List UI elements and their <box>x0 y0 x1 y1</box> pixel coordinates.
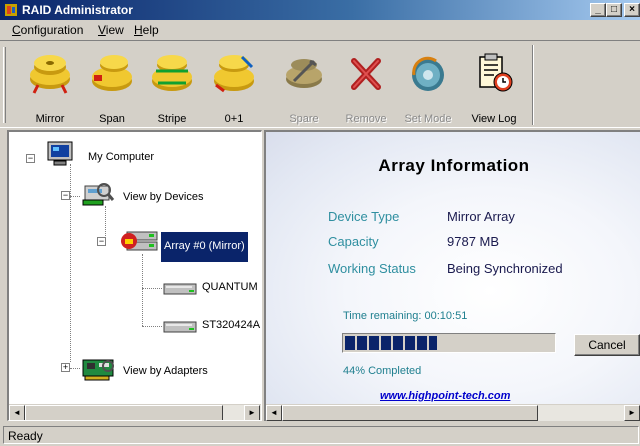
set-mode-label: Set Mode <box>404 113 452 125</box>
view-devices-icon <box>82 183 115 206</box>
stripe-button[interactable]: Stripe <box>142 47 202 125</box>
status-text: Ready <box>3 426 639 444</box>
menu-configuration[interactable]: Configuration <box>12 23 83 37</box>
disks-span-icon <box>92 55 132 91</box>
adapter-card-icon <box>82 359 114 381</box>
collapse-my-computer-toggle[interactable]: − <box>26 154 35 163</box>
percent-completed-text: 44% Completed <box>343 365 422 377</box>
set-mode-icon <box>412 56 444 91</box>
app-icon <box>5 4 17 16</box>
array-information-pane: Array Information Device Type Mirror Arr… <box>264 130 640 421</box>
stripe-label: Stripe <box>157 113 187 125</box>
view-log-button[interactable]: View Log <box>464 47 524 125</box>
tree-connector <box>142 326 162 327</box>
toolbar-grip[interactable] <box>3 47 6 123</box>
cancel-button[interactable]: Cancel <box>574 334 640 356</box>
hard-disk-icon <box>163 321 197 333</box>
view-log-label: View Log <box>471 113 517 125</box>
device-tree-pane[interactable]: − My Computer − View by Devices − Array … <box>7 130 262 421</box>
tree-connector <box>70 368 80 369</box>
tree-connector <box>70 196 80 197</box>
raid01-button[interactable]: 0+1 <box>204 47 264 125</box>
tree-connector <box>142 288 162 289</box>
sync-progress-bar <box>342 333 556 353</box>
mirror-label: Mirror <box>35 113 65 125</box>
tree-disk-quantum[interactable]: QUANTUM <box>200 280 260 294</box>
scroll-thumb[interactable] <box>25 405 223 420</box>
device-type-label: Device Type <box>328 209 400 224</box>
spare-disk-icon <box>286 59 322 88</box>
title-bar[interactable]: RAID Administrator _ □ × <box>0 0 640 20</box>
highpoint-website-link[interactable]: www.highpoint-tech.com <box>380 390 510 402</box>
device-type-value: Mirror Array <box>447 209 515 224</box>
tree-disk-st320424a[interactable]: ST320424A <box>200 318 261 332</box>
scroll-right-button[interactable]: ► <box>244 405 260 420</box>
maximize-button[interactable]: □ <box>606 3 622 17</box>
scroll-left-button[interactable]: ◄ <box>266 405 282 421</box>
toolbar: Mirror Span Stripe 0+1 Spare Remove Set … <box>0 40 640 128</box>
disks-mirror-icon <box>30 55 70 94</box>
hard-disk-icon <box>163 283 197 295</box>
close-button[interactable]: × <box>624 3 640 17</box>
spare-button[interactable]: Spare <box>274 47 334 125</box>
remove-label: Remove <box>345 113 387 125</box>
raid01-label: 0+1 <box>224 113 244 125</box>
tree-horizontal-scrollbar[interactable]: ◄ ► <box>9 404 261 420</box>
span-button[interactable]: Span <box>82 47 142 125</box>
progress-fill <box>345 336 437 350</box>
spare-label: Spare <box>289 113 319 125</box>
toolbar-separator <box>532 45 534 125</box>
array-information-heading: Array Information <box>378 156 530 175</box>
tree-view-by-devices[interactable]: View by Devices <box>121 190 206 204</box>
set-mode-button[interactable]: Set Mode <box>398 47 458 125</box>
menu-help[interactable]: Help <box>134 23 159 37</box>
status-bar: Ready <box>0 424 640 446</box>
tree-my-computer[interactable]: My Computer <box>86 150 156 164</box>
tree-view-by-adapters[interactable]: View by Adapters <box>121 364 210 378</box>
working-status-label: Working Status <box>328 261 416 276</box>
capacity-label: Capacity <box>328 234 379 249</box>
tree-connector <box>142 254 143 326</box>
disks-raid01-icon <box>214 55 254 93</box>
minimize-button[interactable]: _ <box>590 3 606 17</box>
mirror-button[interactable]: Mirror <box>20 47 80 125</box>
window-title: RAID Administrator <box>22 3 133 17</box>
view-log-icon <box>479 53 513 92</box>
remove-x-icon <box>351 58 381 90</box>
time-remaining-text: Time remaining: 00:10:51 <box>343 310 468 322</box>
disks-stripe-icon <box>152 55 192 91</box>
working-status-value: Being Synchronized <box>447 261 563 276</box>
remove-button[interactable]: Remove <box>336 47 396 125</box>
capacity-value: 9787 MB <box>447 234 500 249</box>
scroll-left-button[interactable]: ◄ <box>9 405 25 420</box>
collapse-array-toggle[interactable]: − <box>97 237 106 246</box>
scroll-thumb[interactable] <box>282 405 538 421</box>
span-label: Span <box>99 113 125 125</box>
collapse-devices-toggle[interactable]: − <box>61 191 70 200</box>
scroll-right-button[interactable]: ► <box>624 405 640 421</box>
tree-array-0[interactable]: Array #0 (Mirror) <box>161 232 248 262</box>
menu-bar: Configuration View Help <box>0 20 640 39</box>
raid-administrator-window: RAID Administrator _ □ × Configuration V… <box>0 0 640 446</box>
expand-adapters-toggle[interactable]: + <box>61 363 70 372</box>
raid-array-icon <box>121 231 158 251</box>
info-horizontal-scrollbar[interactable]: ◄ ► <box>266 404 640 421</box>
computer-icon <box>47 141 73 166</box>
tree-connector <box>70 164 71 362</box>
menu-view[interactable]: View <box>98 23 124 37</box>
